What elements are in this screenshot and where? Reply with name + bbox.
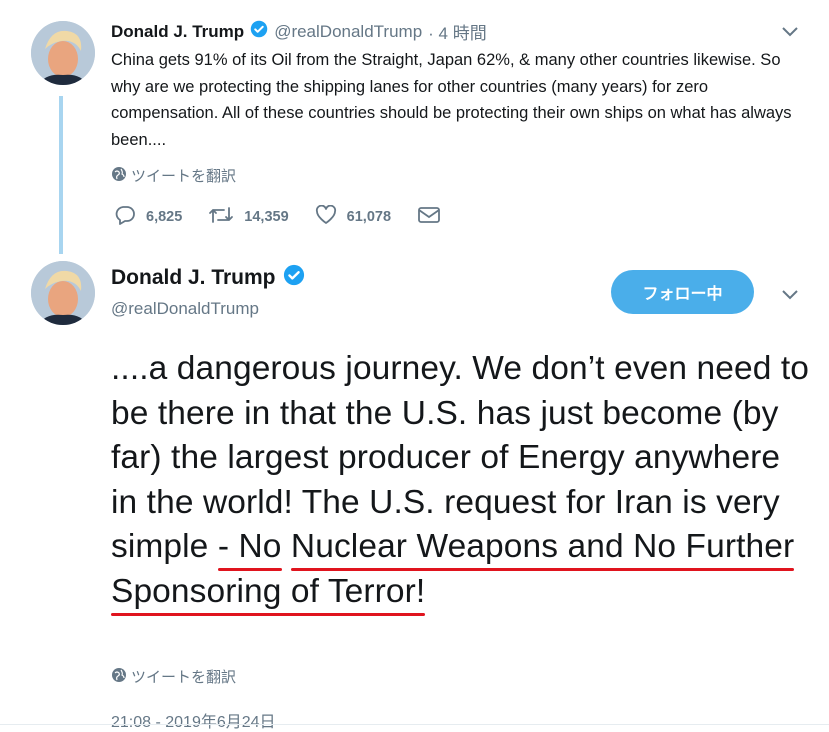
avatar[interactable] <box>31 21 95 85</box>
underlined-text: Sponsoring of Terror! <box>111 572 426 610</box>
translate-link[interactable]: ツイートを翻訳 <box>111 165 236 186</box>
avatar-photo <box>31 21 95 85</box>
like-button[interactable]: 61,078 <box>315 204 392 229</box>
tweet1-header: Donald J. Trump @realDonaldTrump · 4 時間 <box>111 19 487 44</box>
globe-icon <box>111 667 127 687</box>
reply-button[interactable]: 6,825 <box>114 205 182 229</box>
author-name[interactable]: Donald J. Trump <box>111 22 244 42</box>
chevron-down-icon[interactable] <box>780 24 800 43</box>
translate-label: ツイートを翻訳 <box>131 168 237 185</box>
chevron-down-icon[interactable] <box>780 287 800 306</box>
tweet-actions: 6,825 14,359 61,078 <box>114 204 467 229</box>
dm-button[interactable] <box>417 205 441 229</box>
retweet-button[interactable]: 14,359 <box>208 205 289 229</box>
author-name[interactable]: Donald J. Trump <box>111 266 276 290</box>
reply-count: 6,825 <box>146 209 183 225</box>
divider <box>0 724 829 725</box>
globe-icon <box>111 166 127 186</box>
tweet-text: ....a dangerous journey. We don’t even n… <box>111 347 811 614</box>
following-button[interactable]: フォロー中 <box>611 270 754 314</box>
reply-icon <box>114 205 136 229</box>
author-handle[interactable]: @realDonaldTrump <box>274 22 422 42</box>
tweet2-header: Donald J. Trump <box>111 264 305 292</box>
tweet-timestamp[interactable]: 21:08 - 2019年6月24日 <box>111 708 276 732</box>
tweet-text: China gets 91% of its Oil from the Strai… <box>111 51 792 149</box>
retweet-count: 14,359 <box>244 209 289 225</box>
underlined-text: Nuclear Weapons and No Further <box>290 528 795 565</box>
thread-connector <box>59 96 63 254</box>
like-icon <box>315 204 337 229</box>
verified-badge-icon <box>283 264 305 292</box>
avatar[interactable] <box>31 261 95 325</box>
dm-icon <box>417 205 441 229</box>
underlined-text: - No <box>217 528 282 565</box>
like-count: 61,078 <box>346 209 392 225</box>
avatar-photo <box>31 261 95 325</box>
author-handle[interactable]: @realDonaldTrump <box>111 299 259 319</box>
retweet-icon <box>208 205 234 229</box>
translate-label: ツイートを翻訳 <box>131 669 237 686</box>
tweet-time[interactable]: · 4 時間 <box>428 19 487 44</box>
translate-link[interactable]: ツイートを翻訳 <box>111 666 236 687</box>
verified-badge-icon <box>250 20 268 43</box>
